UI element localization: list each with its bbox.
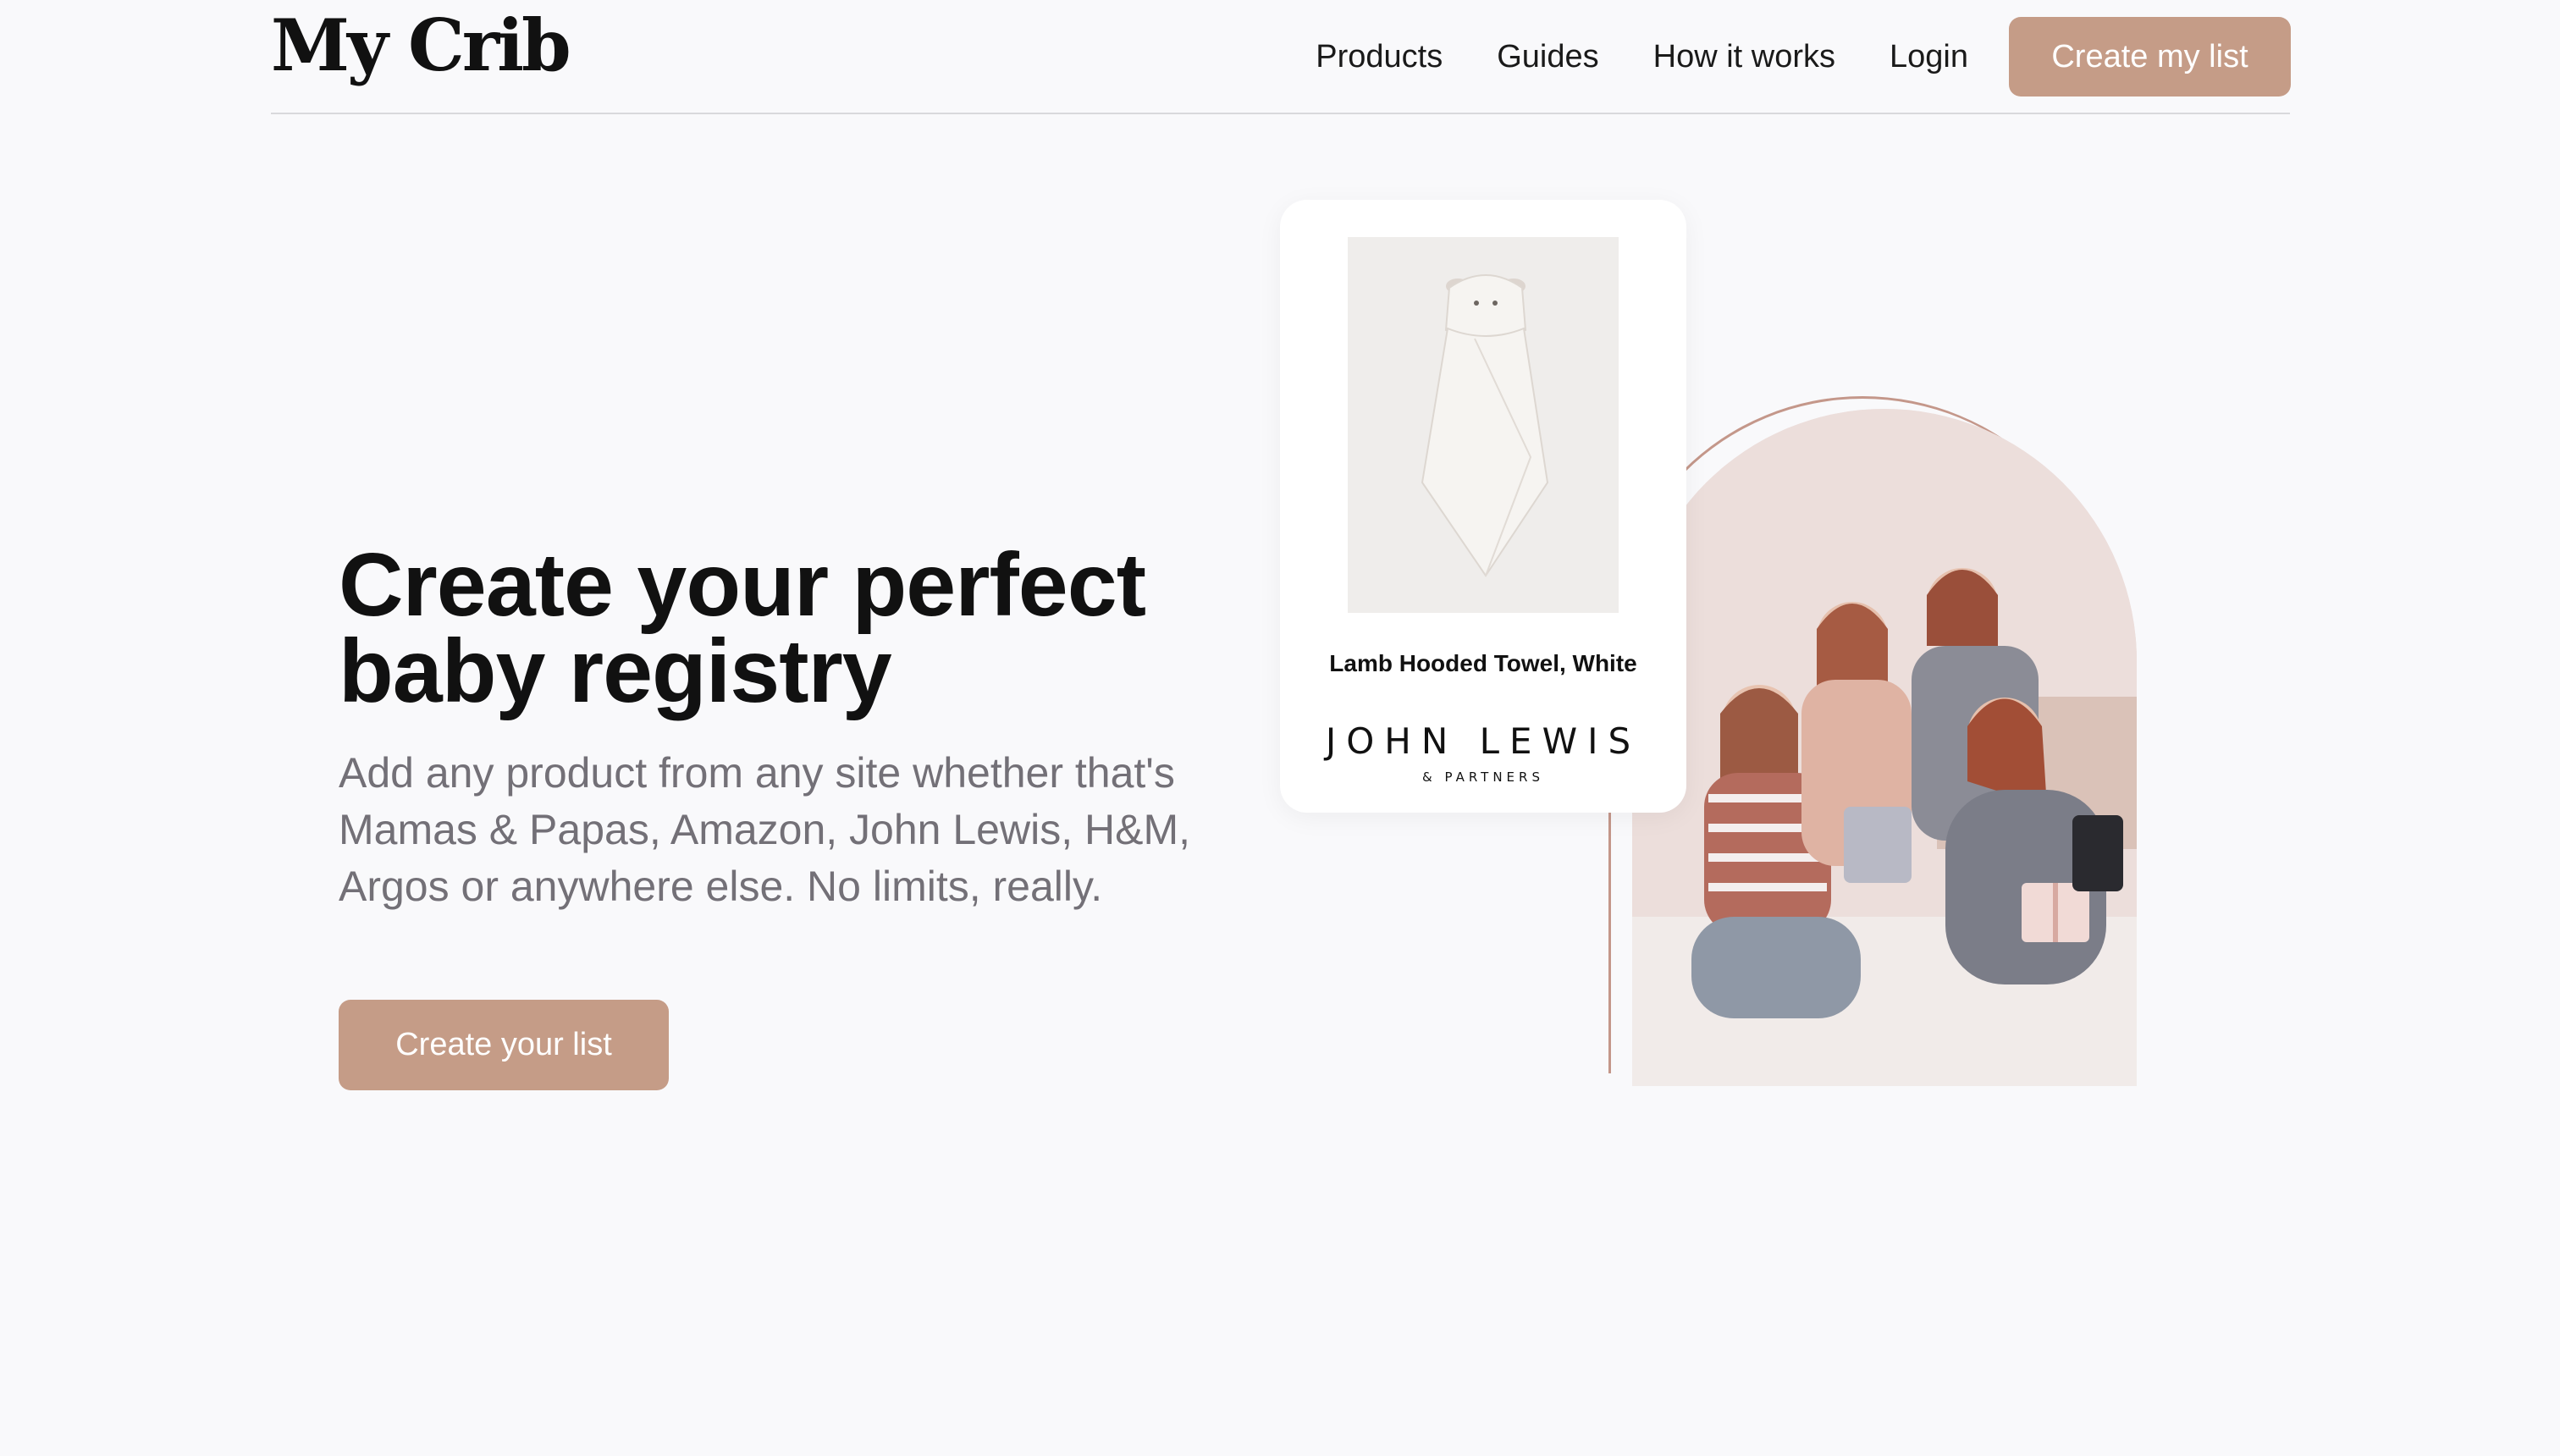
create-your-list-button[interactable]: Create your list: [339, 1000, 669, 1090]
brand-logo: JOHN LEWIS: [1325, 720, 1641, 762]
nav-guides[interactable]: Guides: [1497, 39, 1598, 75]
lamb-towel-image: [1348, 237, 1619, 613]
product-name: Lamb Hooded Towel, White: [1329, 650, 1637, 676]
group-photo-illustration: [1632, 409, 2137, 1086]
product-card[interactable]: Lamb Hooded Towel, White JOHN LEWIS & PA…: [1280, 200, 1686, 813]
hero-title: Create your perfect baby registry: [339, 535, 1146, 721]
site-logo[interactable]: My Crib: [271, 6, 571, 85]
nav-login[interactable]: Login: [1890, 39, 1968, 75]
nav-how-it-works[interactable]: How it works: [1653, 39, 1835, 75]
brand-logo-sub: & PARTNERS: [1422, 769, 1544, 785]
header-divider: [271, 113, 2290, 114]
product-image: [1348, 237, 1619, 613]
hero-photo: [1632, 409, 2137, 1086]
create-my-list-button[interactable]: Create my list: [2009, 17, 2291, 97]
nav-products[interactable]: Products: [1316, 39, 1443, 75]
hero-subtitle: Add any product from any site whether th…: [339, 749, 1190, 910]
main-nav: Products Guides How it works Login Creat…: [1316, 17, 2291, 97]
